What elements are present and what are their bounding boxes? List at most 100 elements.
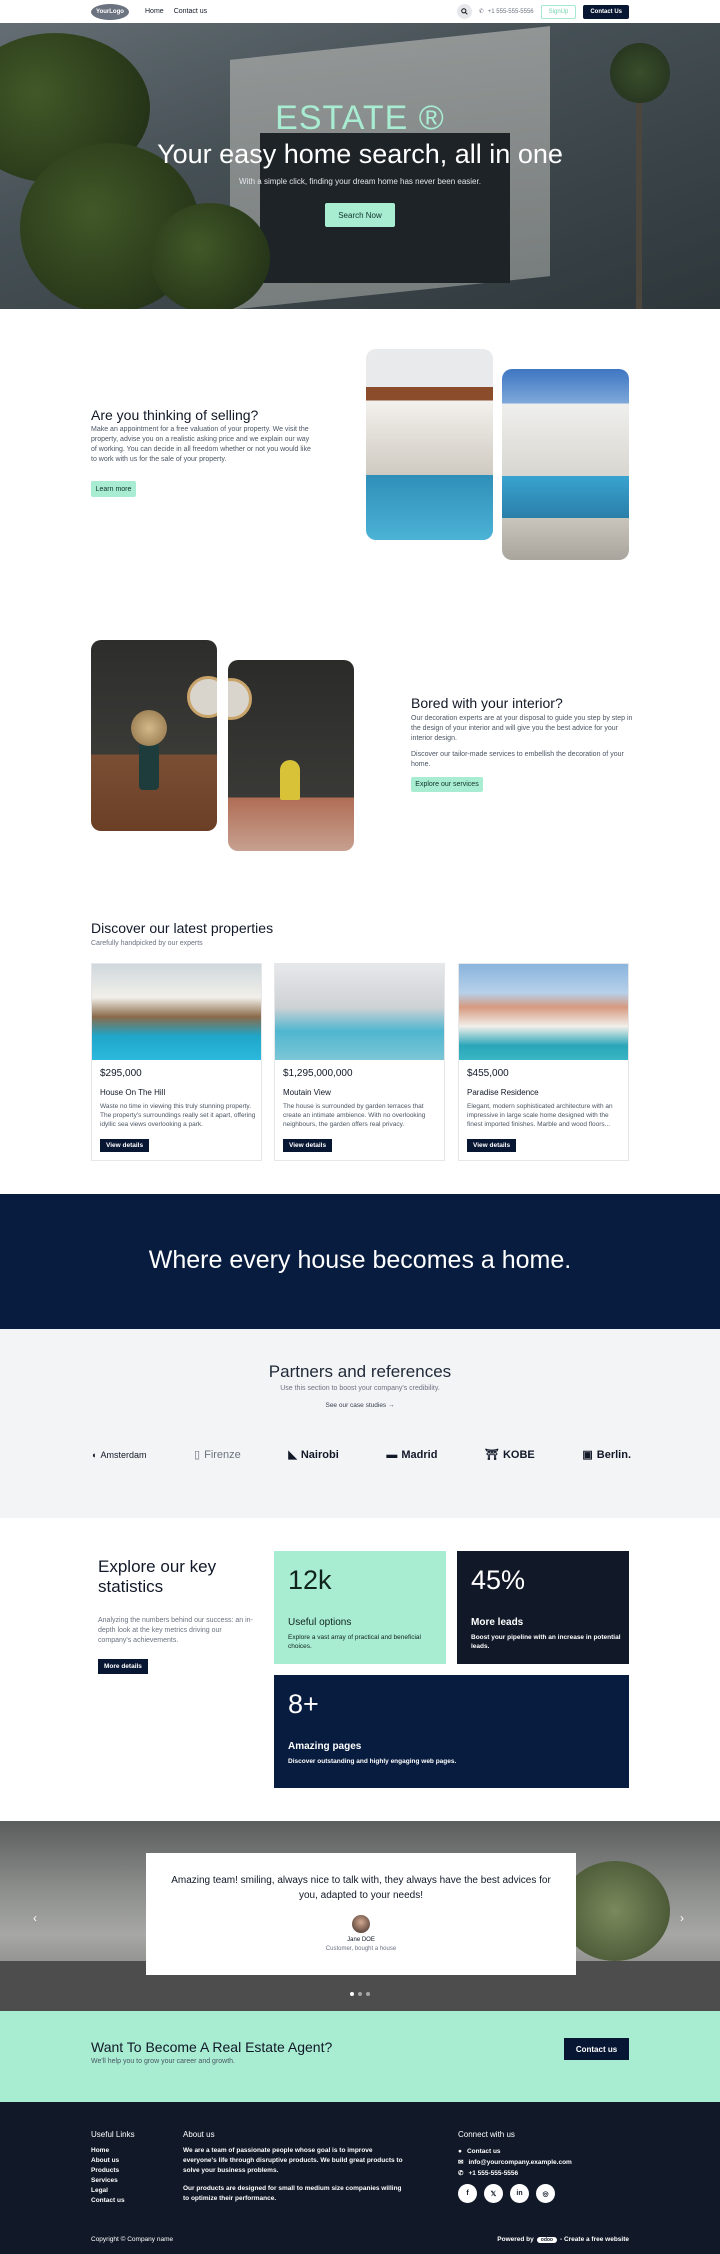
banner-text: Where every house becomes a home. xyxy=(148,1246,572,1274)
facebook-icon[interactable]: f xyxy=(458,2184,477,2203)
property-card[interactable]: $1,295,000,000 Moutain View The house is… xyxy=(274,963,445,1161)
nav-phone[interactable]: ✆ +1 555-555-5556 xyxy=(478,8,534,16)
more-details-button[interactable]: More details xyxy=(98,1659,148,1674)
page: YourLogo Home Contact us ✆ +1 555-555-55… xyxy=(0,0,720,2254)
villa-photo xyxy=(502,369,629,560)
testimonial-role: Customer, bought a house xyxy=(325,1946,397,1952)
banner: Where every house becomes a home. xyxy=(0,1194,720,1329)
property-price: $295,000 xyxy=(100,1068,142,1079)
view-details-button[interactable]: View details xyxy=(283,1139,333,1152)
case-studies-link[interactable]: See our case studies → xyxy=(0,1402,720,1409)
property-card[interactable]: $295,000 House On The Hill Waste no time… xyxy=(91,963,262,1161)
partner-logo: ▯ Firenze xyxy=(194,1448,241,1462)
footer-about-text: Our products are designed for small to m… xyxy=(183,2185,402,2202)
cta-subtitle: We'll help you to grow your career and g… xyxy=(91,2058,236,2065)
plant xyxy=(560,1861,670,1961)
footer-about-text: We are a team of passionate people whose… xyxy=(183,2147,403,2174)
footer-about: We are a team of passionate people whose… xyxy=(183,2146,408,2204)
navbar: YourLogo Home Contact us ✆ +1 555-555-55… xyxy=(0,0,720,23)
property-description: The house is surrounded by garden terrac… xyxy=(283,1103,426,1128)
linkedin-icon[interactable]: in xyxy=(510,2184,529,2203)
copyright: Copyright © Company name xyxy=(91,2236,174,2243)
selling-text: Make an appointment for a free valuation… xyxy=(91,426,311,463)
view-details-button[interactable]: View details xyxy=(100,1139,150,1152)
explore-services-button[interactable]: Explore our services xyxy=(411,777,483,792)
signup-button[interactable]: SignUp xyxy=(540,4,577,19)
nav-right: ✆ +1 555-555-5556 SignUp Contact Us xyxy=(456,4,629,19)
odoo-badge[interactable]: odoo xyxy=(536,2236,557,2243)
social-links: f 𝕏 in ◎ xyxy=(458,2184,555,2203)
stat-label: Useful options xyxy=(288,1617,352,1628)
nav-home-link[interactable]: Home xyxy=(145,8,164,15)
stats-title: Explore our key statistics xyxy=(98,1557,217,1596)
carousel-dot[interactable] xyxy=(358,1992,362,1996)
stat-label: Amazing pages xyxy=(288,1741,362,1752)
footer-link[interactable]: Services xyxy=(91,2176,125,2186)
dried-flowers xyxy=(131,710,167,746)
firenze-icon: ▯ xyxy=(194,1449,201,1461)
property-price: $455,000 xyxy=(467,1068,509,1079)
footer-useful-title: Useful Links xyxy=(91,2130,135,2139)
footer-link[interactable]: Contact us xyxy=(91,2196,125,2206)
nav-contact-link[interactable]: Contact us xyxy=(174,8,207,15)
interior-section: Bored with your interior? Our decoration… xyxy=(0,640,720,855)
carousel-dot[interactable] xyxy=(350,1992,354,1996)
cta-contact-button[interactable]: Contact us xyxy=(564,2038,629,2060)
mirror xyxy=(187,676,217,718)
partner-logo: ⛩ KOBE xyxy=(485,1448,535,1462)
kobe-icon: ⛩ xyxy=(485,1449,499,1461)
footer-link[interactable]: Legal xyxy=(91,2186,125,2196)
envelope-icon: ✉ xyxy=(458,2159,464,2166)
view-details-button[interactable]: View details xyxy=(467,1139,517,1152)
search-now-button[interactable]: Search Now xyxy=(325,203,395,227)
properties-subtitle: Carefully handpicked by our experts xyxy=(91,940,203,947)
footer-contact-link[interactable]: ● Contact us xyxy=(458,2146,572,2157)
berlin-icon: ▣ xyxy=(582,1449,593,1461)
testimonial-name: Jane DOE xyxy=(347,1937,375,1943)
partner-logo: ▬ Madrid xyxy=(386,1448,438,1461)
chevron-left-icon[interactable]: ‹ xyxy=(33,1911,37,1925)
footer-phone[interactable]: ✆ +1 555-555-5556 xyxy=(458,2168,572,2179)
learn-more-button[interactable]: Learn more xyxy=(91,481,136,497)
chevron-right-icon[interactable]: › xyxy=(680,1911,684,1925)
logo[interactable]: YourLogo xyxy=(91,3,129,20)
properties-title: Discover our latest properties xyxy=(91,920,274,936)
hero-subtitle: With a simple click, finding your dream … xyxy=(239,177,481,186)
powered-link[interactable]: - Create a free website xyxy=(560,2236,629,2243)
partner-logo: ◖ Amsterdam xyxy=(91,1449,147,1460)
property-card[interactable]: $455,000 Paradise Residence Elegant, mod… xyxy=(458,963,629,1161)
instagram-icon[interactable]: ◎ xyxy=(536,2184,555,2203)
umbrella xyxy=(280,760,300,800)
footer-link[interactable]: About us xyxy=(91,2156,125,2166)
partners-subtitle: Use this section to boost your company's… xyxy=(280,1385,440,1392)
stat-text: Discover outstanding and highly engaging… xyxy=(288,1758,457,1765)
footer-email[interactable]: ✉ info@yourcompany.example.com xyxy=(458,2157,572,2168)
x-twitter-icon[interactable]: 𝕏 xyxy=(484,2184,503,2203)
interior-title: Bored with your interior? xyxy=(411,695,563,711)
property-price: $1,295,000,000 xyxy=(283,1068,353,1079)
stats-text: Analyzing the numbers behind our success… xyxy=(98,1617,253,1644)
hero-content: ESTATE ® Your easy home search, all in o… xyxy=(0,23,720,309)
footer-link[interactable]: Products xyxy=(91,2166,125,2176)
mirror xyxy=(228,678,252,720)
testimonial-quote: Amazing team! smiling, always nice to ta… xyxy=(171,1875,551,1901)
phone-icon: ✆ xyxy=(478,9,484,15)
stat-card: 45% More leads Boost your pipeline with … xyxy=(457,1551,629,1664)
search-icon[interactable] xyxy=(456,4,472,19)
comment-icon: ● xyxy=(458,2148,462,2155)
carousel-dot[interactable] xyxy=(366,1992,370,1996)
interior-photo xyxy=(228,660,354,851)
cta-section: Want To Become A Real Estate Agent? We'l… xyxy=(0,2011,720,2102)
avatar xyxy=(352,1915,370,1933)
phone-icon: ✆ xyxy=(458,2170,464,2177)
footer-link[interactable]: Home xyxy=(91,2146,125,2156)
stat-value: 45% xyxy=(471,1565,526,1595)
testimonial-card: Amazing team! smiling, always nice to ta… xyxy=(146,1853,576,1975)
nav-links: Home Contact us xyxy=(145,8,207,15)
property-image xyxy=(459,964,628,1060)
nav-contact-button[interactable]: Contact Us xyxy=(583,4,629,19)
testimonial-section: ‹ › Amazing team! smiling, always nice t… xyxy=(0,1821,720,2011)
hero-title: Your easy home search, all in one xyxy=(157,139,563,169)
stat-label: More leads xyxy=(471,1617,524,1628)
property-image xyxy=(92,964,261,1060)
